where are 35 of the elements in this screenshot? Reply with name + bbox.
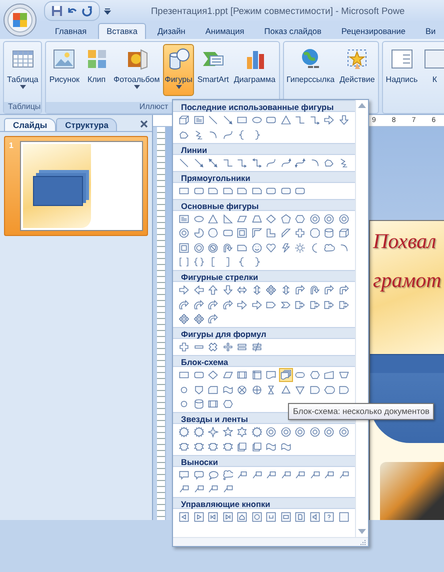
group-label: Таблицы [4, 102, 42, 113]
ribbon-button[interactable]: Диаграмма [232, 44, 278, 96]
section-header: Управляющие кнопки [173, 497, 355, 509]
ribbon-button[interactable]: Действие [338, 44, 377, 96]
slide-title: грамот [373, 268, 442, 293]
section-header: Фигурные стрелки [173, 270, 355, 282]
section-header: Прямоугольники [173, 170, 355, 182]
section-header: Выноски [173, 454, 355, 466]
ribbon-tab[interactable]: Показ слайдов [255, 23, 330, 39]
tooltip: Блок-схема: несколько документов [288, 403, 434, 420]
section-header: Блок-схема [173, 355, 355, 367]
section-header: Фигуры для формул [173, 327, 355, 339]
pane-tab[interactable]: Структура [56, 118, 118, 131]
ribbon-button[interactable]: Рисунок [47, 44, 82, 96]
ribbon-button[interactable]: Таблица [5, 44, 40, 96]
ribbon-button[interactable]: К [420, 44, 444, 96]
ribbon-tab[interactable]: Ви [416, 23, 444, 39]
ribbon-tab[interactable]: Главная [46, 23, 96, 39]
ribbon-tab[interactable]: Вставка [98, 23, 146, 39]
ribbon-tab[interactable]: Рецензирование [332, 23, 414, 39]
section-header: Основные фигуры [173, 198, 355, 210]
ribbon-button[interactable]: Надпись [384, 44, 420, 96]
section-header: Последние использованные фигуры [173, 100, 355, 112]
window-title: Презентация1.ppt [Режим совместимости] - Microsoft Powe [151, 6, 405, 16]
ribbon-tab[interactable]: Дизайн [148, 23, 194, 39]
ribbon-button[interactable]: Фигуры [162, 44, 194, 96]
ribbon-button[interactable]: Гиперссылка [284, 44, 337, 96]
ribbon-button[interactable]: Фотоальбом [112, 44, 162, 96]
pane-tab[interactable]: Слайды [4, 118, 56, 131]
ribbon-button[interactable]: SmartArt [195, 44, 231, 96]
section-header: Линии [173, 142, 355, 154]
ribbon-tab[interactable]: Анимация [196, 23, 254, 39]
ribbon-button[interactable]: Клип [82, 44, 111, 96]
slide-number: 1 [9, 141, 14, 152]
slide-title: Похвал [373, 229, 436, 254]
